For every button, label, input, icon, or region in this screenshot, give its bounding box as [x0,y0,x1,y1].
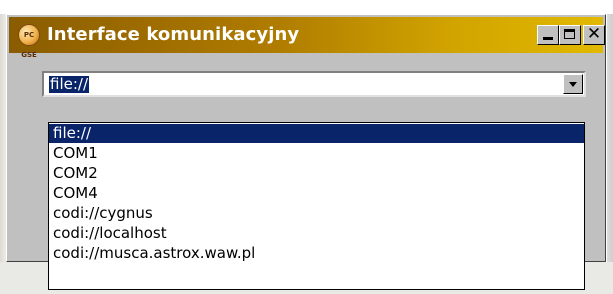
background-right-edge [607,14,613,294]
minimize-button[interactable] [537,25,559,45]
chevron-down-icon [569,82,577,87]
list-item[interactable]: codi://musca.astrox.waw.pl [49,244,584,263]
dropdown-toggle-button[interactable] [563,74,583,94]
title-bar[interactable]: PC GSE Interface komunikacyjny ✕ [9,17,605,59]
app-logo-icon: PC GSE [18,24,40,59]
list-item[interactable]: COM1 [49,144,584,163]
list-item[interactable]: COM2 [49,164,584,183]
list-item[interactable]: file:// [49,124,584,143]
dropdown-list[interactable]: file:// COM1 COM2 COM4 codi://cygnus cod… [48,122,585,290]
window-title: Interface komunikacyjny [47,24,300,45]
close-button[interactable]: ✕ [583,25,605,45]
list-item[interactable]: COM4 [49,184,584,203]
background-top [0,0,613,14]
list-item[interactable]: codi://cygnus [49,204,584,223]
maximize-button[interactable] [559,25,581,45]
interface-combobox[interactable]: file:// [42,71,586,97]
list-item[interactable]: codi://localhost [49,224,584,243]
maximize-icon [564,29,575,39]
combobox-selected-value: file:// [49,75,90,93]
minimize-icon [543,37,553,40]
close-icon: ✕ [586,24,602,44]
